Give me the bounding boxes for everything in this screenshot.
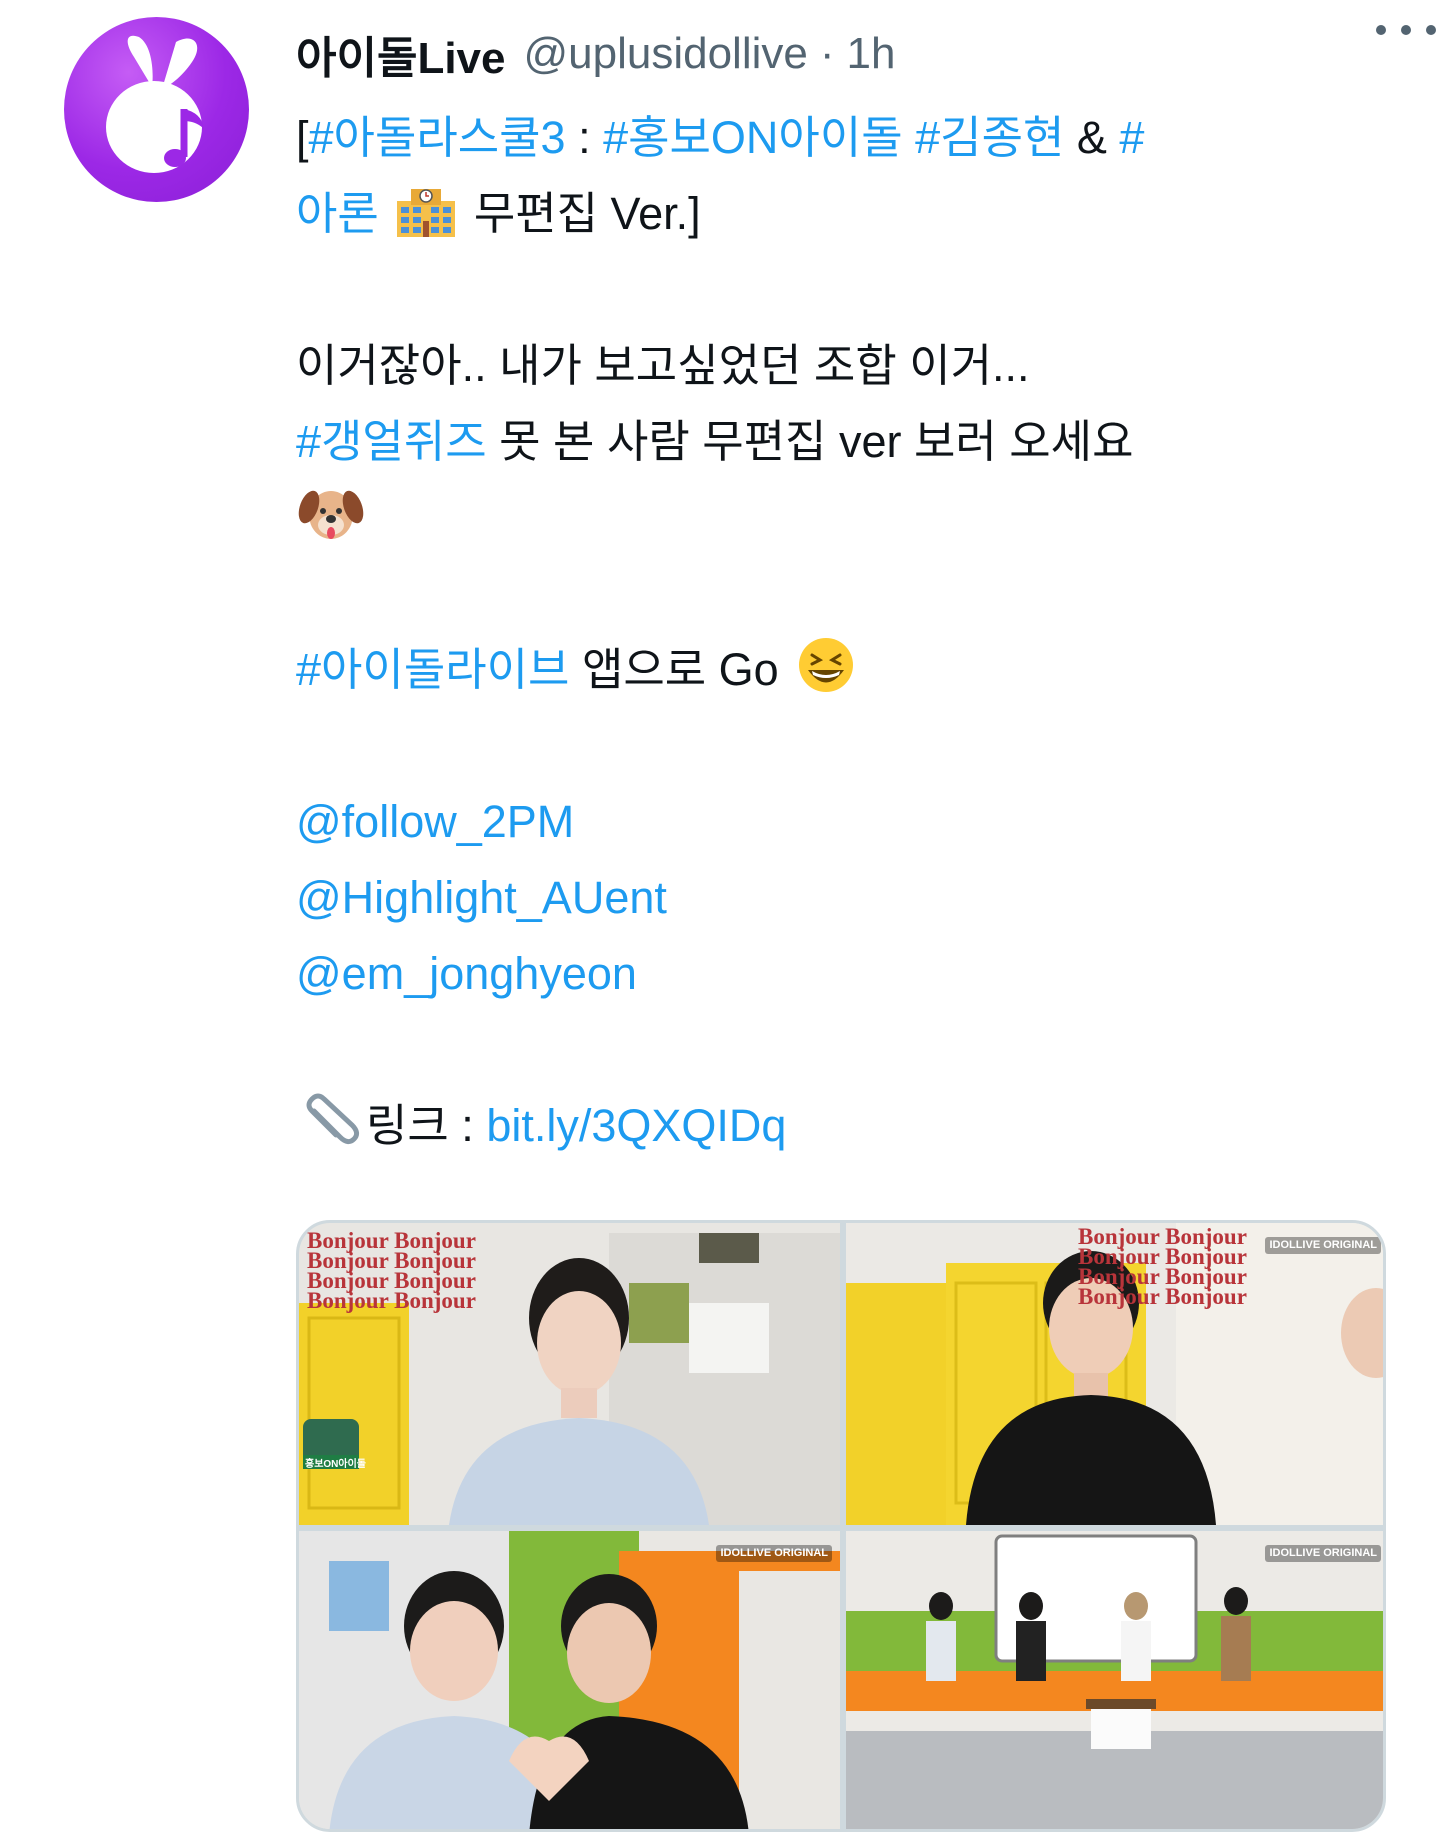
more-horizontal-icon[interactable] [1376, 20, 1436, 40]
media-grid: Bonjour Bonjour Bonjour Bonjour Bonjour … [296, 1220, 1386, 1832]
media-image-2[interactable]: Bonjour Bonjour Bonjour Bonjour Bonjour … [846, 1223, 1383, 1525]
text-segment [903, 112, 916, 163]
idollive-badge: IDOLLIVE ORIGINAL [1265, 1237, 1381, 1254]
text-segment: : [565, 112, 604, 163]
photo-heart-pose [299, 1531, 840, 1829]
tweet-line: #아이돌라이브 앱으로 Go [296, 632, 1396, 708]
media-image-1[interactable]: Bonjour Bonjour Bonjour Bonjour Bonjour … [299, 1223, 840, 1525]
hashtag-link[interactable]: # [1119, 112, 1144, 163]
tweet[interactable]: 아이돌Live @uplusidollive · 1h [#아돌라스쿨3 : #… [0, 0, 1440, 1840]
hashtag-link[interactable]: #홍보ON아이돌 [603, 112, 903, 163]
text-segment: 앱으로 Go [569, 644, 792, 695]
show-badge: 홍보ON아이돌 [305, 1459, 366, 1470]
tweet-line: @follow_2PM [296, 784, 1396, 860]
dog-face-emoji [296, 483, 366, 543]
tweet-line: [#아돌라스쿨3 : #홍보ON아이돌 #김종현 & # [296, 100, 1396, 176]
tweet-line: @Highlight_AUent [296, 860, 1396, 936]
music-note-rabbit-icon [106, 35, 204, 173]
media-image-4[interactable]: IDOLLIVE ORIGINAL [846, 1531, 1383, 1829]
tweet-text: [#아돌라스쿨3 : #홍보ON아이돌 #김종현 & # 아론 무편집 Ver.… [296, 100, 1396, 1164]
paperclip-emoji [296, 1091, 366, 1151]
text-segment: [ [296, 112, 309, 163]
mention-link[interactable]: @Highlight_AUent [296, 872, 667, 923]
hashtag-link[interactable]: #아돌라스쿨3 [309, 112, 566, 163]
hashtag-link[interactable]: #갱얼쥐즈 [296, 416, 487, 467]
bonjour-text: Bonjour Bonjour Bonjour Bonjour Bonjour … [307, 1228, 476, 1313]
tweet-line: #갱얼쥐즈 못 본 사람 무편집 ver 보러 오세요 [296, 404, 1396, 480]
tweet-line: 링크 : bit.ly/3QXQIDq [296, 1088, 1396, 1164]
tweet-line: 이거잖아.. 내가 보고싶었던 조합 이거... [296, 340, 1030, 391]
hashtag-link[interactable]: #아이돌라이브 [296, 644, 569, 695]
separator-dot: · [819, 29, 835, 78]
hashtag-link[interactable]: #김종현 [915, 112, 1064, 163]
school-emoji [391, 179, 461, 239]
tweet-line: 아론 무편집 Ver.] [296, 176, 1396, 252]
idollive-badge: IDOLLIVE ORIGINAL [716, 1545, 832, 1562]
media-image-3[interactable]: IDOLLIVE ORIGINAL [299, 1531, 840, 1829]
tweet-header: 아이돌Live @uplusidollive · 1h [296, 24, 1380, 84]
mention-link[interactable]: @follow_2PM [296, 796, 574, 847]
tweet-line [296, 480, 1396, 556]
text-segment: 못 본 사람 무편집 ver 보러 오세요 [486, 416, 1134, 467]
tweet-line: @em_jonghyeon [296, 936, 1396, 1012]
user-handle[interactable]: @uplusidollive [523, 29, 807, 79]
display-name[interactable]: 아이돌Live [296, 22, 505, 86]
mention-link[interactable]: @em_jonghyeon [296, 948, 637, 999]
photo-group [846, 1531, 1383, 1829]
text-segment: 링크 : [366, 1100, 487, 1151]
idollive-badge: IDOLLIVE ORIGINAL [1265, 1545, 1381, 1562]
hashtag-link[interactable]: 아론 [296, 188, 379, 239]
bonjour-text: Bonjour Bonjour Bonjour Bonjour Bonjour … [1078, 1224, 1247, 1309]
url-link[interactable]: bit.ly/3QXQIDq [486, 1100, 786, 1151]
avatar[interactable] [64, 17, 249, 202]
text-segment: & [1064, 112, 1120, 163]
text-segment: 무편집 Ver.] [461, 188, 701, 239]
grinning-squinting-face-emoji [791, 635, 861, 695]
timestamp[interactable]: 1h [847, 29, 896, 79]
